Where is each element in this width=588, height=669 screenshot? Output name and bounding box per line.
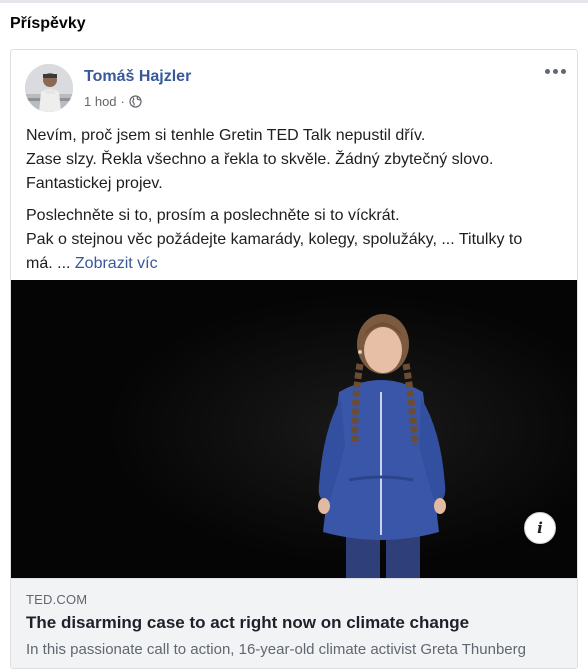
link-preview[interactable]: TED.COM The disarming case to act right … [11,578,577,668]
link-title[interactable]: The disarming case to act right now on c… [26,613,469,633]
more-dot [552,68,558,74]
top-divider [0,0,588,3]
post-text-line: Pak o stejnou věc požádejte kamarády, ko… [26,231,523,248]
link-preview-image[interactable] [11,280,577,578]
section-title: Příspěvky [10,15,86,32]
post-meta: 1 hod · [84,93,142,109]
avatar-image [25,64,73,112]
post-time[interactable]: 1 hod [84,94,117,109]
post-text-line: Fantastickej projev. [26,175,163,192]
globe-icon[interactable] [129,94,142,108]
post-text-line: Nevím, proč jsem si tenhle Gretin TED Ta… [26,127,426,144]
post-text-line: Zase slzy. Řekla všechno a řekla to skvě… [26,151,494,168]
link-domain: TED.COM [26,592,88,607]
more-options-icon[interactable] [543,64,567,78]
speaker-photo [11,280,577,578]
more-dot [544,68,550,74]
avatar[interactable] [25,64,73,112]
info-icon[interactable]: i [524,512,556,544]
post-text-line: má. ... [26,255,71,272]
post-card: Tomáš Hajzler 1 hod · Nevím, proč jsem s… [10,49,578,669]
author-name[interactable]: Tomáš Hajzler [84,68,191,86]
post-text-line: Poslechněte si to, prosím a poslechněte … [26,207,400,224]
post-text: Nevím, proč jsem si tenhle Gretin TED Ta… [26,124,566,276]
meta-separator: · [120,93,125,109]
see-more-link[interactable]: Zobrazit víc [75,255,158,272]
more-dot [560,68,566,74]
link-description: In this passionate call to action, 16-ye… [26,641,526,658]
